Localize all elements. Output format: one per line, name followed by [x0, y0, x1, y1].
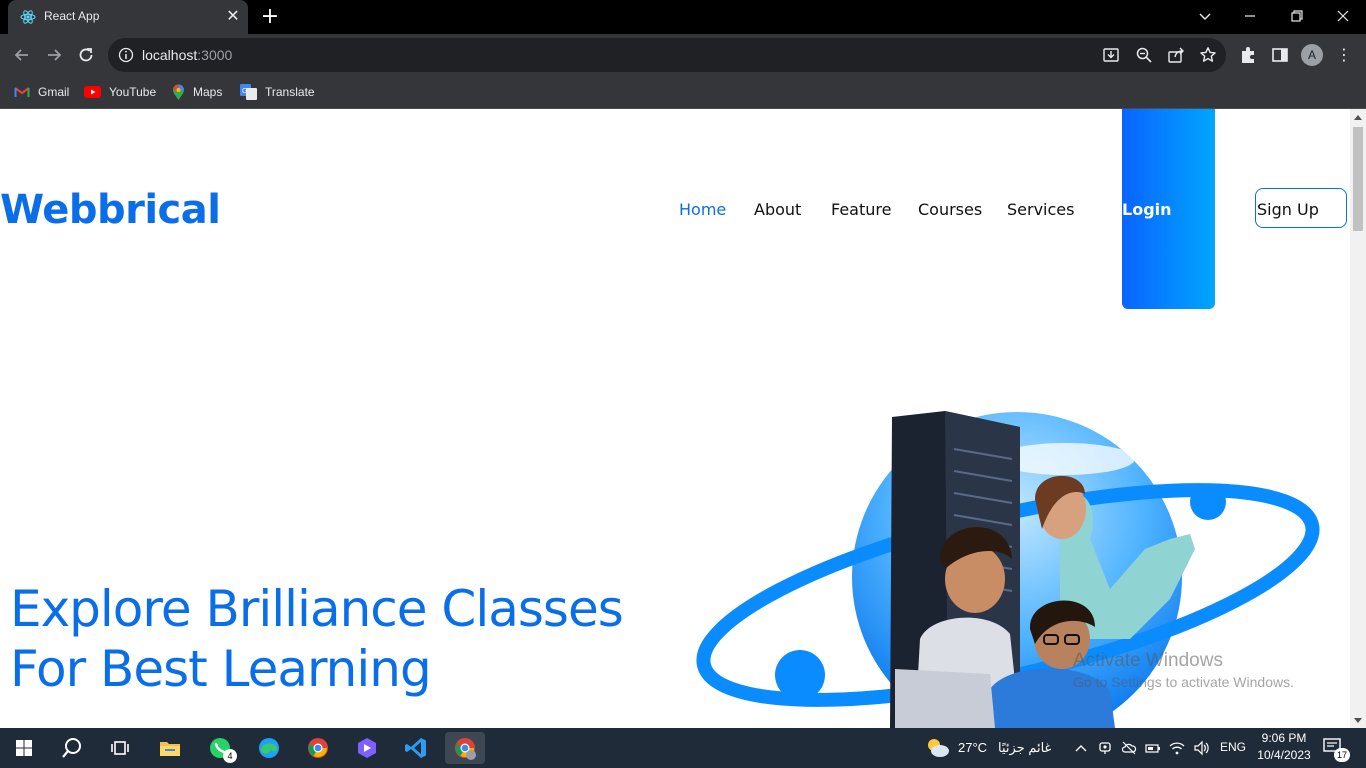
bookmark-label: YouTube	[109, 85, 157, 99]
bookmark-gmail[interactable]: Gmail	[14, 82, 69, 102]
webcam-icon[interactable]	[1097, 740, 1113, 756]
tab-title: React App	[44, 9, 100, 23]
wifi-icon[interactable]	[1169, 740, 1185, 756]
edge-icon	[259, 738, 279, 758]
url-host: localhost	[142, 47, 198, 63]
notifications-button[interactable]: 17	[1322, 736, 1350, 762]
restore-icon[interactable]	[1277, 5, 1317, 27]
scroll-up-arrow-icon[interactable]	[1354, 115, 1362, 120]
site-logo[interactable]: Webbrical	[0, 187, 221, 233]
minimize-icon[interactable]	[1230, 5, 1270, 27]
scroll-down-arrow-icon[interactable]	[1354, 718, 1362, 723]
maps-pin-icon	[173, 84, 184, 100]
cloud-off-icon[interactable]	[1121, 740, 1137, 756]
bookmark-translate[interactable]: G Translate	[240, 82, 315, 102]
address-bar[interactable]: localhost:3000	[108, 38, 1226, 72]
install-app-icon[interactable]	[1102, 46, 1120, 64]
activate-windows-watermark: Activate Windows Go to Settings to activ…	[1073, 650, 1294, 690]
svg-text:G: G	[242, 88, 247, 95]
weather-temperature[interactable]: 27°C	[958, 740, 987, 755]
folder-icon	[160, 742, 180, 756]
bookmark-star-icon[interactable]	[1199, 46, 1217, 64]
windows-taskbar: 4 27°C غائم جزئيًا ENG 9:06 PM 10/4/2023…	[0, 728, 1366, 768]
forward-arrow-icon[interactable]	[42, 43, 66, 67]
chevron-up-icon[interactable]	[1073, 740, 1089, 756]
weather-description[interactable]: غائم جزئيًا	[998, 740, 1051, 756]
bookmark-label: Translate	[265, 85, 315, 99]
site-info-icon[interactable]	[118, 47, 134, 63]
nav-about[interactable]: About	[754, 200, 801, 219]
power-automate-button[interactable]	[347, 732, 387, 764]
close-tab-icon[interactable]: ✕	[224, 7, 242, 25]
whatsapp-badge: 4	[223, 749, 237, 763]
login-label: Login	[1122, 200, 1172, 219]
more-menu-icon[interactable]: ⋮	[1336, 44, 1352, 66]
battery-icon[interactable]	[1145, 740, 1161, 756]
windows-logo-icon	[16, 740, 32, 756]
chrome-icon	[308, 738, 328, 758]
signup-label: Sign Up	[1257, 200, 1319, 219]
watermark-subtitle: Go to Settings to activate Windows.	[1073, 674, 1294, 690]
task-view-button[interactable]	[100, 732, 140, 764]
taskbar-search-button[interactable]	[52, 732, 92, 764]
new-tab-button[interactable]: +	[258, 6, 282, 28]
whatsapp-button[interactable]: 4	[200, 732, 240, 764]
bookmark-maps[interactable]: Maps	[172, 82, 222, 102]
reload-icon[interactable]	[74, 43, 98, 67]
chrome-profile-button[interactable]	[445, 732, 485, 764]
input-language[interactable]: ENG	[1220, 740, 1246, 754]
side-panel-icon[interactable]	[1270, 45, 1290, 65]
youtube-icon	[84, 86, 101, 98]
close-window-icon[interactable]	[1323, 5, 1363, 27]
web-page: Webbrical Home About Feature Courses Ser…	[0, 109, 1350, 728]
search-icon	[62, 738, 81, 758]
signup-button[interactable]: Sign Up	[1255, 188, 1347, 228]
browser-tab-strip: React App ✕ +	[0, 0, 1366, 34]
browser-tab[interactable]: React App ✕	[8, 0, 248, 34]
hero-heading: Explore Brilliance Classes For Best Lear…	[10, 579, 624, 699]
login-button[interactable]: Login	[1122, 109, 1215, 309]
tab-search-icon[interactable]	[1185, 5, 1225, 27]
hero-line-1: Explore Brilliance Classes	[10, 580, 624, 638]
vscode-button[interactable]	[396, 732, 436, 764]
notification-count: 17	[1334, 748, 1350, 762]
bookmark-label: Gmail	[38, 85, 70, 99]
task-view-icon	[111, 741, 129, 755]
share-icon[interactable]	[1167, 46, 1185, 64]
translate-icon: G	[240, 84, 257, 100]
vscode-icon	[405, 738, 426, 758]
scroll-thumb[interactable]	[1353, 127, 1363, 231]
hero-line-2: For Best Learning	[10, 640, 432, 698]
app-hexagon-icon	[358, 738, 376, 758]
zoom-icon[interactable]	[1135, 46, 1153, 64]
bookmark-label: Maps	[193, 85, 223, 99]
nav-services[interactable]: Services	[1007, 200, 1074, 219]
clock-time: 9:06 PM	[1261, 731, 1307, 745]
volume-icon[interactable]	[1193, 740, 1209, 756]
clock-date: 10/4/2023	[1257, 748, 1311, 762]
watermark-title: Activate Windows	[1073, 650, 1223, 671]
extensions-puzzle-icon[interactable]	[1238, 45, 1258, 65]
start-button[interactable]	[4, 732, 44, 764]
url-port: :3000	[197, 47, 233, 63]
chrome-profile-icon	[455, 738, 476, 760]
edge-button[interactable]	[249, 732, 289, 764]
back-arrow-icon[interactable]	[10, 43, 34, 67]
nav-feature[interactable]: Feature	[831, 200, 891, 219]
gmail-icon	[14, 87, 30, 97]
profile-avatar[interactable]: A	[1301, 44, 1323, 66]
react-icon	[20, 10, 36, 24]
page-scrollbar[interactable]	[1350, 109, 1366, 728]
clock[interactable]: 9:06 PM 10/4/2023	[1254, 731, 1314, 762]
nav-home[interactable]: Home	[679, 200, 726, 219]
file-explorer-button[interactable]	[150, 732, 190, 764]
nav-courses[interactable]: Courses	[918, 200, 982, 219]
chrome-button[interactable]	[298, 732, 338, 764]
url-text[interactable]: localhost:3000	[142, 47, 232, 63]
weather-icon[interactable]	[925, 736, 951, 760]
bookmarks-bar: Gmail YouTube Maps G Translate	[0, 76, 1366, 109]
browser-toolbar: localhost:3000 A ⋮	[0, 34, 1366, 76]
bookmark-youtube[interactable]: YouTube	[84, 82, 156, 102]
